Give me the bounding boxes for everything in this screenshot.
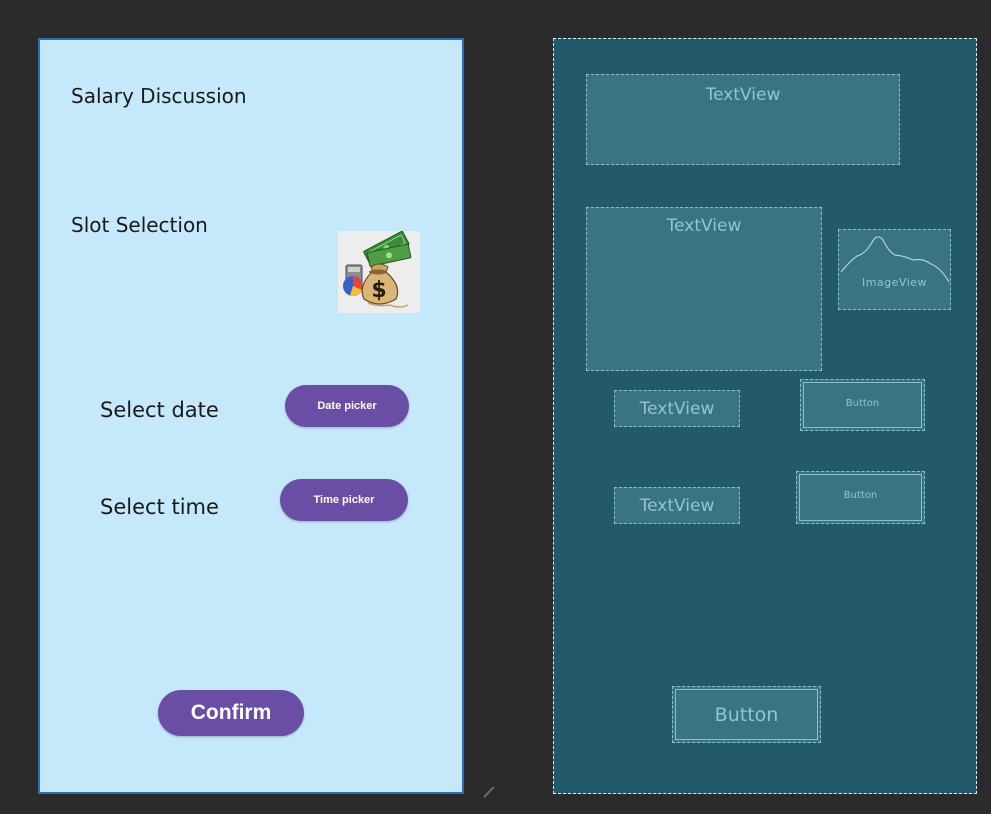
slot-selection-label: Slot Selection (71, 213, 208, 237)
blueprint-textview-time[interactable]: TextView (614, 487, 740, 524)
layout-editor-canvas: Salary Discussion Slot Selection $ Selec… (0, 0, 991, 814)
blueprint-textview-slot[interactable]: TextView (586, 207, 822, 371)
blueprint-label: TextView (639, 496, 715, 516)
blueprint-label: ImageView (861, 276, 928, 289)
salary-discussion-title: Salary Discussion (71, 84, 247, 108)
blueprint-button-date[interactable]: Button (800, 379, 925, 431)
blueprint-label: Button (714, 704, 779, 726)
time-picker-button[interactable]: Time picker (280, 479, 408, 521)
money-bag-icon: $ (338, 231, 420, 313)
design-preview[interactable]: Salary Discussion Slot Selection $ Selec… (38, 38, 464, 794)
resize-handle-icon[interactable] (483, 786, 495, 798)
select-time-label: Select time (100, 495, 219, 519)
blueprint-textview-date[interactable]: TextView (614, 390, 740, 427)
blueprint-label: TextView (666, 216, 742, 236)
blueprint-label: Button (845, 398, 880, 409)
blueprint-label: Button (843, 490, 878, 501)
blueprint-imageview[interactable]: ImageView (838, 229, 951, 310)
blueprint-label: TextView (639, 399, 715, 419)
blueprint-button-confirm[interactable]: Button (672, 686, 821, 743)
blueprint-label: TextView (705, 85, 781, 105)
blueprint-button-time[interactable]: Button (796, 471, 925, 524)
confirm-button[interactable]: Confirm (158, 690, 304, 736)
select-date-label: Select date (100, 398, 219, 422)
date-picker-button[interactable]: Date picker (285, 385, 409, 427)
svg-text:$: $ (371, 278, 386, 303)
blueprint-preview[interactable]: TextView TextView ImageView TextView But… (553, 38, 977, 794)
blueprint-textview-title[interactable]: TextView (586, 74, 900, 165)
imageview-placeholder-icon (840, 236, 950, 283)
